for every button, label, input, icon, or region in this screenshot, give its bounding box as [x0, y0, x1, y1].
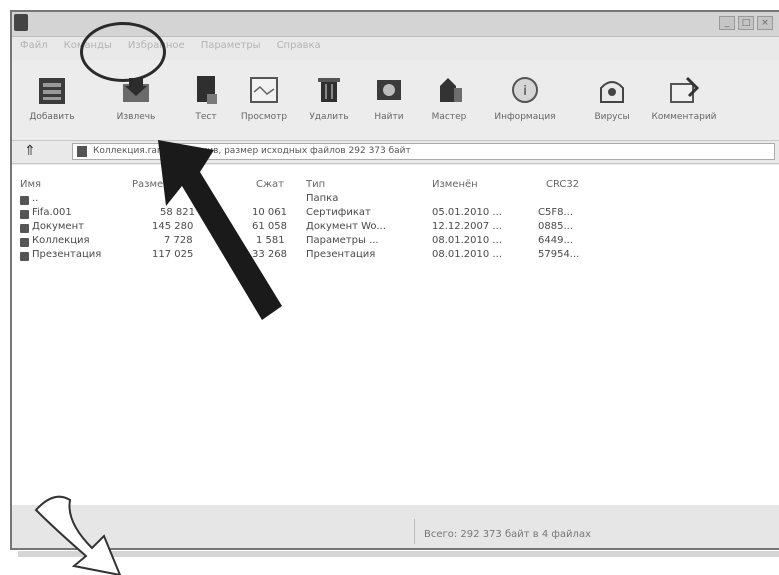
- delete-icon: [318, 78, 340, 102]
- test-icon: [197, 76, 217, 104]
- comment-button[interactable]: Комментарий: [646, 60, 722, 138]
- row-name: Презентация: [32, 249, 102, 260]
- virus-scan-icon: [600, 81, 624, 103]
- find-button[interactable]: Найти: [364, 60, 414, 138]
- row-packed: 33 268: [252, 249, 287, 260]
- view-button[interactable]: Просмотр: [236, 60, 292, 138]
- menu-file[interactable]: Файл: [20, 40, 48, 51]
- column-header-size[interactable]: Размер: [132, 179, 170, 190]
- row-crc: 6449...: [538, 235, 573, 246]
- extract-button[interactable]: Извлечь: [106, 60, 166, 138]
- row-packed: 61 058: [252, 221, 287, 232]
- column-header-modified[interactable]: Изменён: [432, 179, 478, 190]
- window-shadow: [18, 551, 779, 557]
- svg-text:i: i: [523, 84, 527, 99]
- test-button-label: Тест: [195, 112, 217, 122]
- up-folder-icon: [20, 196, 29, 205]
- delete-button[interactable]: Удалить: [304, 60, 354, 138]
- row-name: Коллекция: [32, 235, 90, 246]
- add-button[interactable]: Добавить: [22, 60, 82, 138]
- close-button[interactable]: ×: [757, 16, 773, 30]
- row-modified: 05.01.2010 ...: [432, 207, 502, 218]
- row-packed: 1 581: [256, 235, 285, 246]
- add-button-label: Добавить: [29, 112, 75, 122]
- row-crc: 0885...: [538, 221, 573, 232]
- add-archive-icon: [39, 78, 65, 104]
- archive-file-icon: [77, 146, 87, 157]
- row-size: 58 821: [160, 207, 195, 218]
- status-bar: Всего: 292 373 байт в 4 файлах: [12, 505, 779, 548]
- info-button[interactable]: i Информация: [490, 60, 560, 138]
- toolbar: Добавить Извлечь Тест Просмотр Удалить Н…: [12, 60, 779, 141]
- settings-file-icon: [20, 238, 29, 247]
- comment-icon: [670, 76, 700, 103]
- status-total-text: Всего: 292 373 байт в 4 файлах: [424, 529, 591, 540]
- extract-icon: [123, 78, 149, 102]
- archive-app-icon: [14, 14, 28, 31]
- row-size: 7 728: [164, 235, 193, 246]
- view-button-label: Просмотр: [240, 112, 288, 122]
- window-controls: _ □ ×: [719, 16, 773, 30]
- address-bar: ⇑ Коллекция.rar - RAR архив, размер исхо…: [12, 141, 779, 164]
- column-header-packed[interactable]: Сжат: [256, 179, 284, 190]
- row-name: Fifa.001: [32, 207, 72, 218]
- virus-scan-button-label: Вирусы: [594, 112, 630, 122]
- archive-path-text: Коллекция.rar - RAR архив, размер исходн…: [93, 146, 411, 156]
- row-crc: 57954...: [538, 249, 580, 260]
- column-header-type[interactable]: Тип: [306, 179, 325, 190]
- menu-options[interactable]: Параметры: [201, 40, 261, 51]
- word-document-icon: [20, 224, 29, 233]
- view-icon: [250, 77, 278, 103]
- row-name: Документ: [32, 221, 84, 232]
- wizard-icon: [440, 78, 462, 102]
- row-name: ..: [32, 193, 39, 204]
- row-type: Папка: [306, 193, 339, 204]
- menu-commands[interactable]: Команды: [64, 40, 112, 51]
- archiver-window: _ □ × Файл Команды Избранное Параметры С…: [10, 10, 779, 550]
- row-type: Сертификат: [306, 207, 371, 218]
- delete-button-label: Удалить: [309, 112, 349, 122]
- archive-path-field[interactable]: Коллекция.rar - RAR архив, размер исходн…: [72, 143, 775, 160]
- row-crc: C5F8...: [538, 207, 573, 218]
- status-divider: [414, 519, 415, 544]
- column-header-crc[interactable]: CRC32: [546, 179, 579, 190]
- row-modified: 08.01.2010 ...: [432, 235, 502, 246]
- presentation-file-icon: [20, 252, 29, 261]
- row-size: 145 280: [152, 221, 194, 232]
- maximize-button[interactable]: □: [738, 16, 754, 30]
- wizard-button-label: Мастер: [431, 112, 467, 122]
- comment-button-label: Комментарий: [651, 112, 717, 122]
- title-bar: _ □ ×: [12, 12, 779, 37]
- row-packed: 10 061: [252, 207, 287, 218]
- row-type: Презентация: [306, 249, 376, 260]
- row-modified: 12.12.2007 ...: [432, 221, 502, 232]
- menu-help[interactable]: Справка: [277, 40, 321, 51]
- virus-scan-button[interactable]: Вирусы: [584, 60, 640, 138]
- info-button-label: Информация: [494, 112, 556, 122]
- menu-bar: Файл Команды Избранное Параметры Справка: [12, 36, 779, 54]
- minimize-button[interactable]: _: [719, 16, 735, 30]
- up-folder-button[interactable]: ⇑: [22, 143, 38, 160]
- info-icon: i: [512, 77, 538, 103]
- row-size: 117 025: [152, 249, 194, 260]
- menu-favorites[interactable]: Избранное: [128, 40, 185, 51]
- wizard-button[interactable]: Мастер: [422, 60, 476, 138]
- certificate-file-icon: [20, 210, 29, 219]
- test-button[interactable]: Тест: [186, 60, 226, 138]
- extract-button-label: Извлечь: [116, 112, 156, 122]
- find-icon: [377, 80, 401, 100]
- file-list[interactable]: Имя Размер Сжат Тип Изменён CRC32 .. Пап…: [12, 165, 779, 506]
- find-button-label: Найти: [374, 112, 404, 122]
- column-header-name[interactable]: Имя: [20, 179, 41, 190]
- row-type: Параметры ...: [306, 235, 379, 246]
- row-modified: 08.01.2010 ...: [432, 249, 502, 260]
- row-type: Документ Wo...: [306, 221, 386, 232]
